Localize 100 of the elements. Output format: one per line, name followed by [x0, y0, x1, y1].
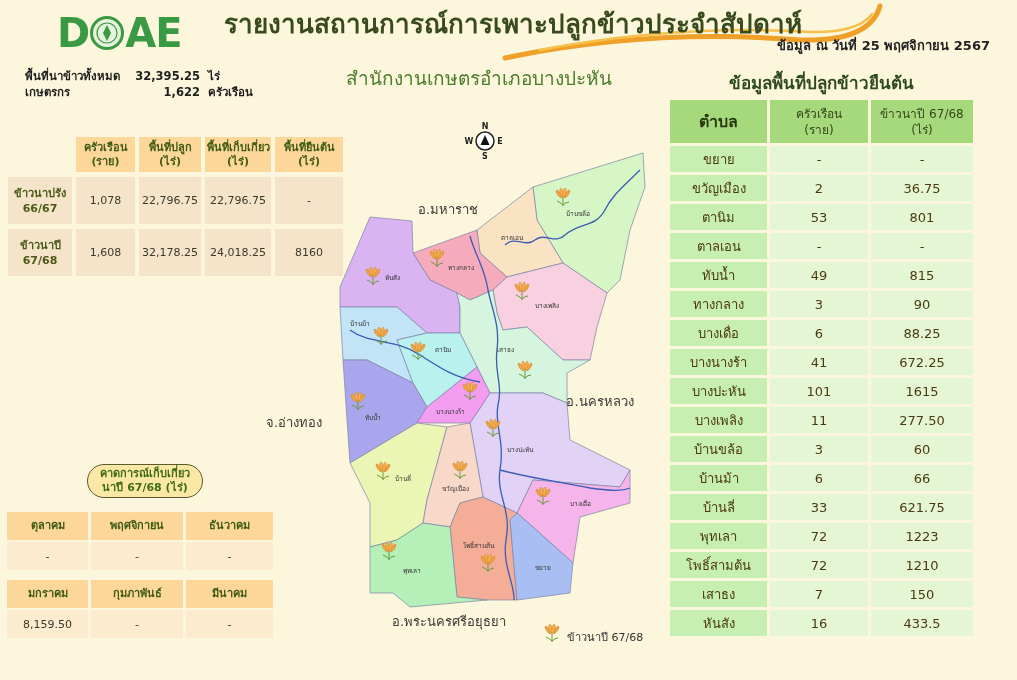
summary-value: 1,622: [162, 84, 200, 100]
table-cell: -: [186, 542, 273, 570]
table-cell: ทับน้ำ: [670, 262, 767, 288]
row-header: ข้าวนาปรัง 66/67: [8, 177, 72, 224]
rice-plant-icon: [544, 623, 560, 643]
row-header: ข้าวนาปี 67/68: [8, 229, 72, 276]
column-header: ข้าวนาปี 67/68 (ไร่): [871, 100, 973, 143]
table-cell: -: [275, 177, 343, 224]
table-cell: -: [91, 542, 183, 570]
table-cell: -: [7, 542, 88, 570]
table-cell: -: [770, 233, 868, 259]
column-header: ครัวเรือน (ราย): [770, 100, 868, 143]
compass-letter: E: [497, 137, 503, 146]
table-cell: 277.50: [871, 407, 973, 433]
table-cell: 8160: [275, 229, 343, 276]
table-cell: 3: [770, 291, 868, 317]
column-header: มกราคม: [7, 580, 88, 608]
table-cell: 1615: [871, 378, 973, 404]
column-header: ครัวเรือน (ราย): [76, 137, 135, 172]
column-header: กุมภาพันธ์: [91, 580, 183, 608]
table-cell: 60: [871, 436, 973, 462]
table-cell: 1210: [871, 552, 973, 578]
column-header: ธันวาคม: [186, 512, 273, 540]
table-cell: ตาลเอน: [670, 233, 767, 259]
table-cell: บ้านลี่: [670, 494, 767, 520]
table-cell: 22,796.75: [139, 177, 201, 224]
forecast-heading: คาดการณ์เก็บเกี่ยว นาปี 67/68 (ไร่): [87, 464, 203, 498]
table-cell: บ้านขล้อ: [670, 436, 767, 462]
table-cell: 41: [770, 349, 868, 375]
table-cell: 1,078: [76, 177, 135, 224]
table-cell: ขยาย: [670, 146, 767, 172]
summary-value: 32,395.25: [134, 68, 200, 84]
column-header: มีนาคม: [186, 580, 273, 608]
table-cell: 16: [770, 610, 868, 636]
table-cell: -: [871, 233, 973, 259]
table-cell: ทางกลาง: [670, 291, 767, 317]
table-cell: -: [186, 610, 273, 638]
district-label: อ.มหาราช: [417, 202, 479, 217]
table-cell: 88.25: [871, 320, 973, 346]
column-header: พื้นที่ยืนต้น (ไร่): [275, 137, 343, 172]
table-cell: 11: [770, 407, 868, 433]
compass-letter: N: [481, 122, 489, 131]
compass-letter: W: [464, 137, 474, 146]
table-cell: 7: [770, 581, 868, 607]
table-cell: 1,608: [76, 229, 135, 276]
table-cell: 3: [770, 436, 868, 462]
table-cell: บางเดื่อ: [670, 320, 767, 346]
table-cell: -: [871, 146, 973, 172]
table-cell: 8,159.50: [7, 610, 88, 638]
table-cell: 433.5: [871, 610, 973, 636]
table-cell: 150: [871, 581, 973, 607]
emblem-icon: [90, 16, 125, 50]
table-cell: 24,018.25: [205, 229, 271, 276]
table-cell: -: [770, 146, 868, 172]
table-cell: 2: [770, 175, 868, 201]
table-cell: 66: [871, 465, 973, 491]
table-cell: 49: [770, 262, 868, 288]
office-subtitle: สำนักงานเกษตรอำเภอบางปะหัน: [345, 66, 613, 91]
table-cell: หันสัง: [670, 610, 767, 636]
table-cell: บางปะหัน: [670, 378, 767, 404]
table-cell: 53: [770, 204, 868, 230]
table-cell: 6: [770, 465, 868, 491]
column-header: พื้นที่ปลูก (ไร่): [139, 137, 201, 172]
table-cell: บ้านม้า: [670, 465, 767, 491]
table-cell: โพธิ์สามต้น: [670, 552, 767, 578]
district-label: อ.นครหลวง: [566, 394, 634, 409]
summary-label: พื้นที่นาข้าวทั้งหมด: [25, 68, 120, 84]
summary-unit: ครัวเรือน: [208, 84, 253, 100]
summary-label: เกษตรกร: [25, 84, 71, 100]
table-cell: พุทเลา: [670, 523, 767, 549]
table-cell: บางนางร้า: [670, 349, 767, 375]
table-cell: 1223: [871, 523, 973, 549]
table-cell: 22,796.75: [205, 177, 271, 224]
summary-unit: ไร่: [208, 68, 221, 84]
table-cell: 672.25: [871, 349, 973, 375]
table-cell: ตานิม: [670, 204, 767, 230]
legend-label: ข้าวนาปี 67/68: [567, 631, 644, 644]
compass-letter: S: [482, 152, 488, 161]
column-header: ตำบล: [670, 100, 767, 143]
table-cell: 101: [770, 378, 868, 404]
table-cell: บางเพลิง: [670, 407, 767, 433]
compass-icon: [475, 131, 495, 151]
table-cell: 72: [770, 523, 868, 549]
table-cell: เสาธง: [670, 581, 767, 607]
table-cell: 801: [871, 204, 973, 230]
table-cell: 72: [770, 552, 868, 578]
logo-text: D: [57, 12, 90, 54]
table-cell: 32,178.25: [139, 229, 201, 276]
column-header: พื้นที่เก็บเกี่ยว (ไร่): [205, 137, 271, 172]
column-header: ตุลาคม: [7, 512, 88, 540]
table-cell: 6: [770, 320, 868, 346]
column-header: พฤศจิกายน: [91, 512, 183, 540]
table-cell: 33: [770, 494, 868, 520]
district-label: อ.พระนครศรีอยุธยา: [391, 614, 507, 629]
table-cell: 815: [871, 262, 973, 288]
table-cell: ขวัญเมือง: [670, 175, 767, 201]
table-cell: 36.75: [871, 175, 973, 201]
district-label: จ.อ่างทอง: [265, 415, 323, 430]
table-cell: 621.75: [871, 494, 973, 520]
logo-text: AE: [125, 12, 182, 54]
